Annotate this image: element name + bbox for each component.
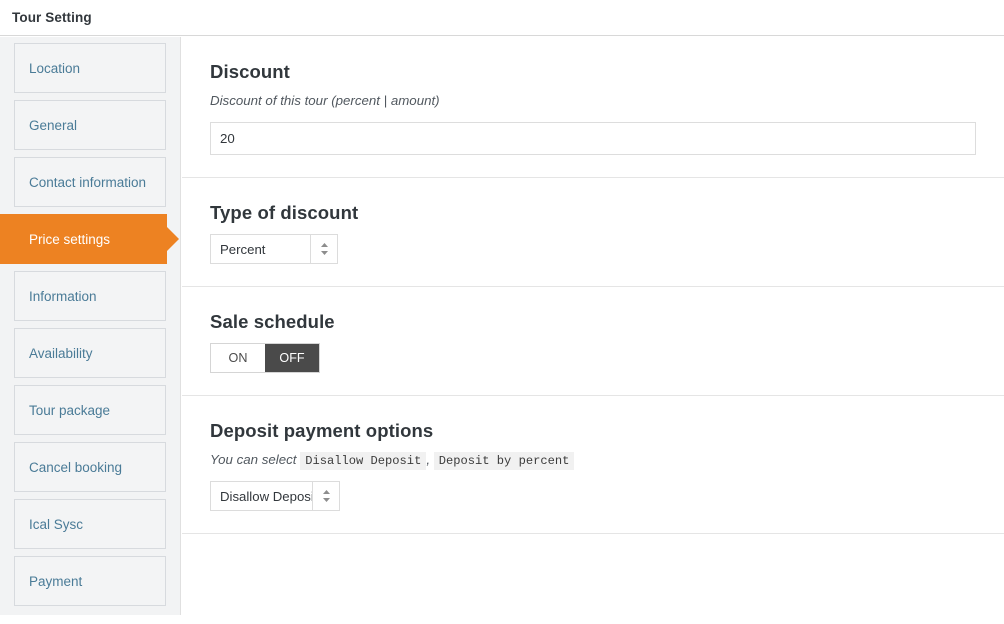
sidebar-item-cancel-booking[interactable]: Cancel booking <box>14 442 166 492</box>
deposit-payment-select[interactable]: Disallow Deposit <box>210 481 340 511</box>
page-header: Tour Setting <box>0 0 1004 36</box>
chevron-updown-icon <box>322 489 331 503</box>
sidebar-item-location[interactable]: Location <box>14 43 166 93</box>
sale-schedule-off-option[interactable]: OFF <box>265 344 319 372</box>
settings-content: Discount Discount of this tour (percent … <box>182 37 1004 624</box>
sidebar-item-label: Price settings <box>29 231 111 247</box>
settings-sidebar: Location General Contact information Pri… <box>0 37 181 615</box>
sidebar-item-price-settings[interactable]: Price settings <box>0 214 179 264</box>
sidebar-item-tour-package[interactable]: Tour package <box>14 385 166 435</box>
sidebar-item-information[interactable]: Information <box>14 271 166 321</box>
discount-input[interactable] <box>210 122 976 155</box>
chevron-updown-icon <box>320 242 329 256</box>
type-of-discount-select[interactable]: Percent <box>210 234 338 264</box>
discount-section: Discount Discount of this tour (percent … <box>182 37 1004 178</box>
sale-schedule-toggle[interactable]: ON OFF <box>210 343 320 373</box>
deposit-payment-heading: Deposit payment options <box>210 420 434 441</box>
sidebar-item-label: Location <box>29 60 81 76</box>
sidebar-item-availability[interactable]: Availability <box>14 328 166 378</box>
sidebar-item-label: Ical Sysc <box>29 516 84 532</box>
deposit-option-code-percent: Deposit by percent <box>433 452 575 470</box>
sale-schedule-on-option[interactable]: ON <box>211 344 265 372</box>
sidebar-item-contact-information[interactable]: Contact information <box>14 157 166 207</box>
deposit-payment-value: Disallow Deposit <box>220 488 318 504</box>
deposit-desc-prefix: You can select <box>210 452 297 467</box>
tour-setting-page: Tour Setting Location General Contact in… <box>0 0 1004 624</box>
type-of-discount-section: Type of discount Percent <box>182 178 1004 287</box>
sidebar-item-payment[interactable]: Payment <box>14 556 166 606</box>
sidebar-item-label: Availability <box>29 345 93 361</box>
sidebar-item-label: Tour package <box>29 402 111 418</box>
sidebar-item-label: Contact information <box>29 174 147 190</box>
sidebar-item-label: Cancel booking <box>29 459 123 475</box>
discount-heading: Discount <box>210 61 290 82</box>
sidebar-item-label: General <box>29 117 78 133</box>
deposit-option-code-disallow: Disallow Deposit <box>300 452 427 470</box>
discount-description: Discount of this tour (percent | amount) <box>210 93 440 108</box>
type-of-discount-heading: Type of discount <box>210 202 359 223</box>
sidebar-item-general[interactable]: General <box>14 100 166 150</box>
deposit-payment-description: You can select Disallow Deposit, Deposit… <box>210 452 976 470</box>
deposit-desc-separator: , <box>426 452 431 467</box>
sale-schedule-heading: Sale schedule <box>210 311 335 332</box>
select-spinner-icon[interactable] <box>312 482 339 510</box>
sale-schedule-section: Sale schedule ON OFF <box>182 287 1004 396</box>
page-title: Tour Setting <box>12 10 92 25</box>
sidebar-item-label: Payment <box>29 573 83 589</box>
deposit-payment-options-section: Deposit payment options You can select D… <box>182 396 1004 534</box>
type-of-discount-value: Percent <box>220 241 266 257</box>
active-pointer-icon <box>166 226 179 252</box>
sidebar-item-label: Information <box>29 288 97 304</box>
sidebar-item-ical-sysc[interactable]: Ical Sysc <box>14 499 166 549</box>
select-spinner-icon[interactable] <box>310 235 337 263</box>
